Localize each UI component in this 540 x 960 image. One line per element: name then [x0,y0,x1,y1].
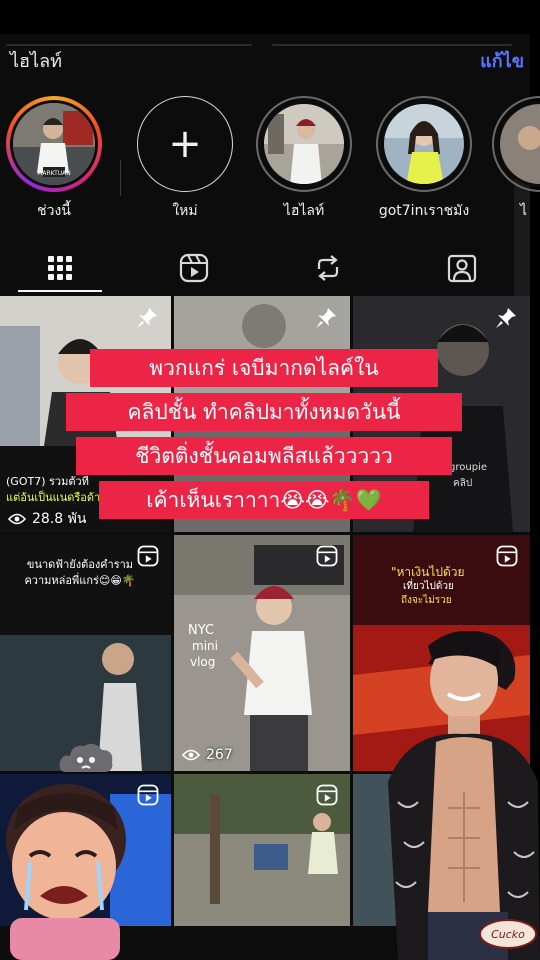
reels-icon [137,545,159,567]
tagged-icon [447,254,477,283]
reel-badge [137,784,159,810]
overlay-caption: พวกแกร่ เจบีมากดไลค์ใน คลิปชั้น ทำคลิปมา… [66,349,462,519]
view-count-text: 267 [206,747,233,763]
story-ring [376,96,472,192]
edit-highlights-button[interactable]: แก้ไข [480,46,524,75]
shirtless-man-sticker-icon: Cucko [388,631,540,960]
tab-tagged[interactable] [396,244,528,292]
reel-badge [316,784,338,810]
tab-reels[interactable] [128,244,260,292]
highlight-photo-icon [264,104,344,184]
reel-badge [496,545,518,571]
highlight-cover [497,101,540,187]
overlay-line: ชีวิตติ่งชั้นคอมพลีสแล้ววววว [76,437,452,475]
highlight-item[interactable]: ไ [492,96,540,222]
post-thumbnail[interactable] [174,774,350,926]
divider [272,44,512,46]
reels-icon [496,545,518,567]
post-thumbnail[interactable]: NYC mini vlog 267 [174,535,350,771]
story-ring [256,96,352,192]
highlight-item[interactable]: ไฮไลท์ [252,96,356,222]
post-caption: vlog [190,655,216,669]
grid-icon [48,256,72,280]
highlight-cover [261,101,347,187]
sticker-text: Cucko [491,928,525,941]
plus-icon: + [168,121,202,167]
eye-icon [182,749,200,761]
post-caption: ถึงจะไม่รวย [401,595,452,606]
highlight-photo-icon [384,104,464,184]
crying-girl-sticker-icon [6,784,126,960]
eye-icon [8,513,26,525]
highlight-item[interactable]: MARKTUAN ช่วงนี้ [2,96,106,222]
highlight-photo-icon [500,104,540,184]
profile-tabs [0,244,530,294]
post-caption: NYC [188,623,215,638]
highlights-title: ไฮไลท์ [10,51,62,72]
story-ring: MARKTUAN [6,96,102,192]
reels-icon [316,784,338,806]
new-highlight-button[interactable]: + ใหม่ [133,96,237,222]
pin-icon [316,308,336,328]
tab-reposts[interactable] [262,244,394,292]
post-caption: ความหล่อพี่แกร่😊😁🌴 [24,574,136,587]
overlay-line: เค้าเห็นเราาาา😭😭🌴💚 [99,481,429,519]
highlight-label: got7inเราชมัง [378,203,470,219]
pin-badge [135,306,159,334]
pin-icon [496,308,516,328]
highlight-cover [381,101,467,187]
repost-icon [317,255,339,281]
highlight-label: ไฮไลท์ [283,203,325,219]
highlight-label: ใหม่ [172,203,198,219]
pin-icon [137,308,157,328]
overlay-line: คลิปชั้น ทำคลิปมาทั้งหมดวันนี้ [66,393,462,431]
reels-icon [316,545,338,567]
new-highlight-ring: + [137,96,233,192]
status-bar-area [0,0,540,34]
active-tab-indicator [18,290,102,292]
highlight-cover: MARKTUAN [10,100,98,188]
highlight-badge: MARKTUAN [37,170,71,177]
tab-grid[interactable] [0,244,126,292]
reels-icon [137,784,159,806]
reels-icon [179,253,209,283]
reel-badge [137,545,159,571]
highlight-item[interactable]: got7inเราชมัง [372,96,476,222]
post-caption: mini [192,639,218,653]
view-count: 267 [182,747,233,763]
highlight-separator [120,160,121,196]
story-ring [492,96,540,192]
pin-badge [494,306,518,334]
highlight-label: ช่วงนี้ [37,203,71,219]
highlight-photo-icon: MARKTUAN [13,103,95,185]
post-thumbnail[interactable]: ขนาดฟ้ายังต้องคำราม ความหล่อพี่แกร่😊😁🌴 [0,535,171,771]
overlay-line: พวกแกร่ เจบีมากดไลค์ใน [90,349,438,387]
pin-badge [314,306,338,334]
reel-badge [316,545,338,571]
post-caption: เที่ยวไปด้วย [403,581,454,592]
highlight-label: ไ [520,203,528,219]
